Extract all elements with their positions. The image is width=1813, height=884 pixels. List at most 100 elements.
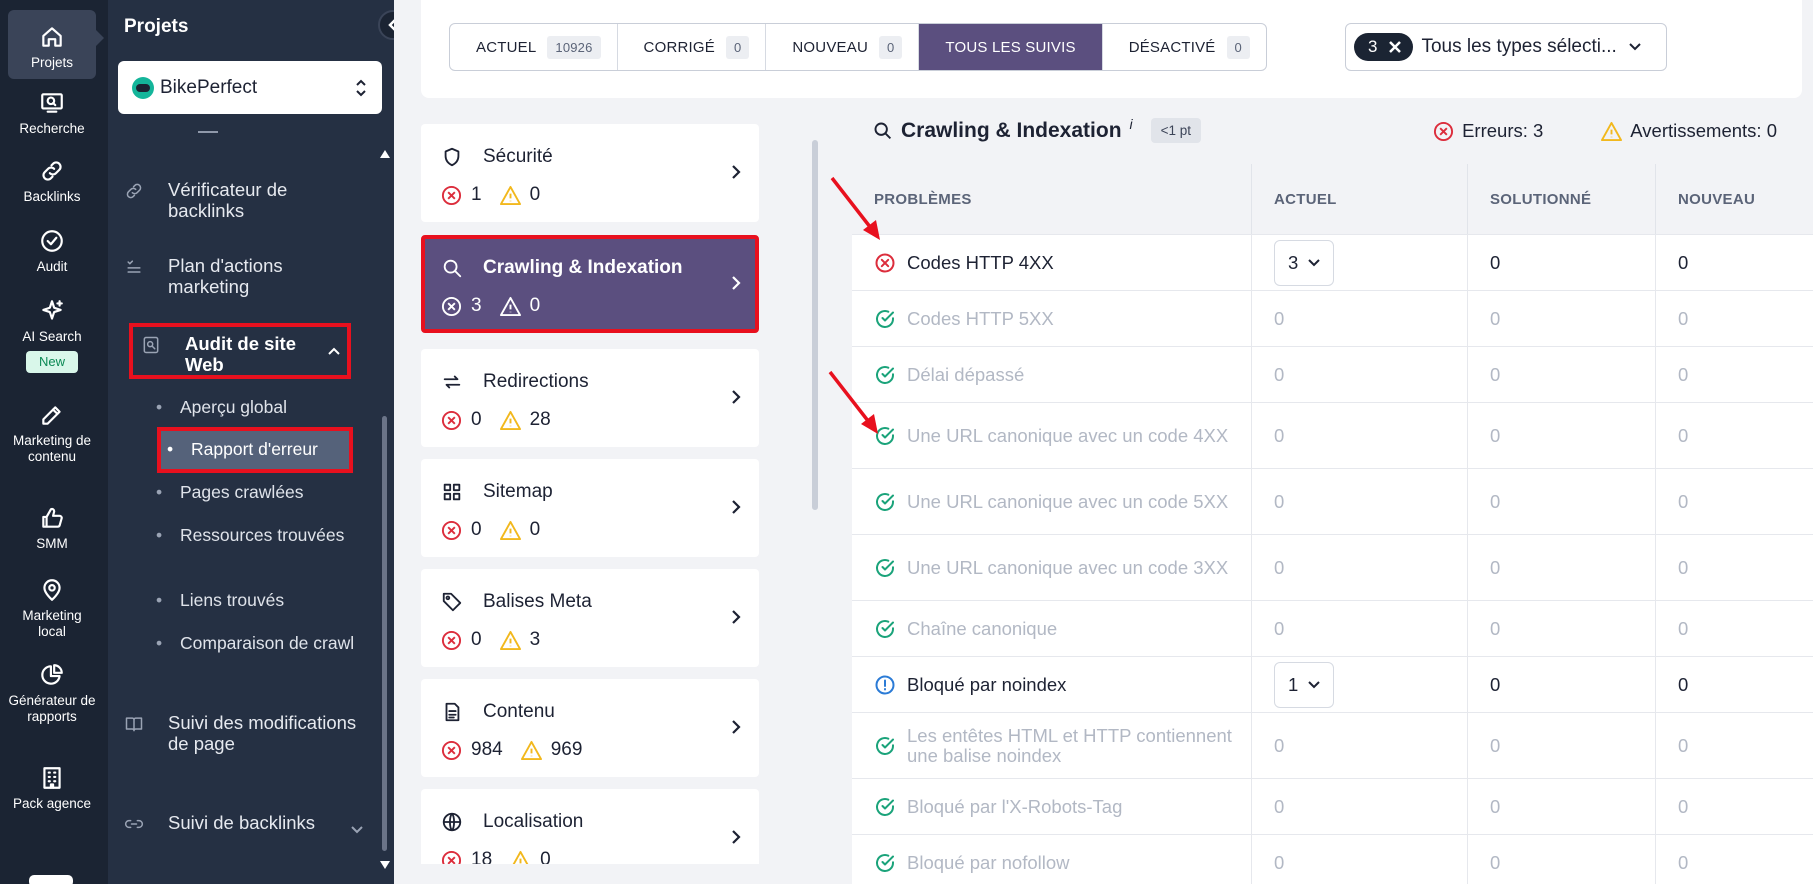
solved-cell: 0: [1468, 835, 1656, 884]
category-title: Redirections: [483, 371, 589, 392]
table-row[interactable]: Bloqué par l'X-Robots-Tag 0 0 0: [852, 778, 1813, 834]
column-header-problemes: PROBLÈMES: [852, 164, 1252, 234]
nav-item-site-audit[interactable]: Audit de site Web: [129, 323, 351, 379]
rail-item-projets[interactable]: Projets: [8, 10, 96, 79]
check-circle-icon: [876, 309, 894, 328]
project-selector[interactable]: BikePerfect: [118, 61, 382, 114]
rail-item-recherche[interactable]: Recherche: [8, 90, 96, 137]
category-scrollbar-thumb[interactable]: [812, 140, 818, 510]
nav-item-page-tracking[interactable]: Suivi des modifications de page: [124, 712, 364, 754]
sub-item-crawl-compare[interactable]: • Comparaison de crawl: [156, 633, 356, 654]
rail-item-backlinks[interactable]: Backlinks: [8, 158, 96, 205]
rail-label: Marketing de contenu: [12, 433, 92, 464]
warning-icon: [499, 296, 521, 316]
info-icon[interactable]: i: [1130, 116, 1133, 132]
problem-name: Bloqué par nofollow: [907, 851, 1070, 873]
panel-scrollbar-thumb[interactable]: [382, 416, 387, 851]
tab-corrige[interactable]: CORRIGÉ 0: [618, 24, 767, 70]
table-row[interactable]: Codes HTTP 4XX 3 0 0: [852, 234, 1813, 290]
new-cell: 0: [1656, 601, 1813, 656]
new-count: 0: [1678, 307, 1689, 329]
error-icon: [441, 410, 462, 430]
tab-actuel[interactable]: ACTUEL 10926: [450, 24, 618, 70]
chevron-right-icon: [732, 500, 741, 514]
rail-item-generateur-rapports[interactable]: Générateur de rapports: [8, 662, 96, 725]
current-cell: 0: [1252, 535, 1468, 600]
clipped-nav-item: [198, 125, 218, 133]
category-card-crawling-indexation[interactable]: Crawling & Indexation 3 0: [421, 235, 759, 333]
close-icon[interactable]: [1387, 39, 1403, 55]
current-count-dropdown[interactable]: 1: [1274, 661, 1335, 708]
collapse-panel-button[interactable]: [378, 10, 394, 40]
issue-type-dropdown[interactable]: 3 Tous les types sélecti...: [1345, 23, 1667, 71]
warning-count: 0: [529, 519, 541, 540]
rail-bottom-button[interactable]: [29, 875, 73, 884]
nav-item-backlink-tracking[interactable]: Suivi de backlinks: [124, 812, 364, 839]
rail-item-ai-search[interactable]: AI Search New: [8, 298, 96, 373]
category-card-sitemap[interactable]: Sitemap 0 0: [421, 459, 759, 557]
rail-item-marketing-contenu[interactable]: Marketing de contenu: [8, 402, 96, 465]
rail-item-pack-agence[interactable]: Pack agence: [8, 765, 96, 812]
category-stats: 984 969: [441, 739, 582, 761]
problem-name: Codes HTTP 5XX: [907, 307, 1054, 329]
category-card-securite[interactable]: Sécurité 1 0: [421, 124, 759, 222]
tab-desactive[interactable]: DÉSACTIVÉ 0: [1103, 24, 1266, 70]
icon-rail: Projets Recherche Backlinks Audit AI Sea…: [0, 0, 108, 884]
table-row[interactable]: Les entêtes HTML et HTTP contiennent une…: [852, 712, 1813, 778]
table-row[interactable]: Codes HTTP 5XX 0 0 0: [852, 290, 1813, 346]
search-icon: [443, 259, 462, 278]
bullet-icon: •: [156, 482, 163, 502]
table-row[interactable]: Une URL canonique avec un code 4XX 0 0 0: [852, 402, 1813, 468]
link-icon: [125, 819, 143, 829]
new-count: 0: [1678, 363, 1689, 385]
current-cell: 0: [1252, 291, 1468, 346]
solved-cell: 0: [1468, 347, 1656, 402]
new-count: 0: [1678, 617, 1689, 639]
sub-item-crawled-pages[interactable]: • Pages crawlées: [156, 482, 356, 503]
rail-item-audit[interactable]: Audit: [8, 228, 96, 275]
solved-count: 0: [1490, 363, 1501, 385]
rail-label: Audit: [36, 259, 68, 274]
current-count: 0: [1274, 556, 1285, 578]
sub-item-links[interactable]: • Liens trouvés: [156, 590, 356, 611]
scroll-up-arrow[interactable]: [380, 145, 390, 158]
nav-item-marketing-plan[interactable]: Plan d'actions marketing: [124, 255, 364, 297]
chevron-down-icon: [1308, 680, 1321, 688]
sub-item-overview[interactable]: • Aperçu global: [156, 397, 356, 418]
column-header-nouveau[interactable]: NOUVEAU: [1656, 164, 1813, 234]
nav-label: Suivi des modifications de page: [168, 712, 357, 754]
table-row[interactable]: Bloqué par noindex 1 0 0: [852, 656, 1813, 712]
scroll-down-arrow[interactable]: [380, 856, 390, 869]
rail-active-pointer: [96, 30, 104, 46]
sub-item-error-report[interactable]: • Rapport d'erreur: [157, 427, 353, 473]
current-count-dropdown[interactable]: 3: [1274, 239, 1335, 286]
rail-item-smm[interactable]: SMM: [8, 505, 96, 552]
column-header-solutionne[interactable]: SOLUTIONNÉ: [1468, 164, 1656, 234]
tab-tous-les-suivis[interactable]: TOUS LES SUIVIS: [919, 24, 1103, 70]
column-header-actuel[interactable]: ACTUEL: [1252, 164, 1468, 234]
category-card-localisation[interactable]: Localisation 18 0: [421, 789, 759, 864]
chevron-right-icon: [732, 390, 741, 404]
sub-label: Rapport d'erreur: [191, 439, 318, 459]
table-row[interactable]: Délai dépassé 0 0 0: [852, 346, 1813, 402]
category-card-contenu[interactable]: Contenu 984 969: [421, 679, 759, 777]
error-count: 984: [471, 739, 503, 760]
category-title: Localisation: [483, 811, 584, 832]
tab-count: 0: [878, 35, 903, 59]
table-row[interactable]: Bloqué par nofollow 0 0 0: [852, 834, 1813, 884]
table-row[interactable]: Une URL canonique avec un code 3XX 0 0 0: [852, 534, 1813, 600]
main-content: ACTUEL 10926 CORRIGÉ 0 NOUVEAU 0 TOUS LE…: [394, 0, 1813, 884]
current-count: 0: [1274, 734, 1285, 756]
error-icon: [441, 296, 462, 316]
tab-nouveau[interactable]: NOUVEAU 0: [766, 24, 920, 70]
category-card-redirections[interactable]: Redirections 0 28: [421, 349, 759, 447]
new-cell: 0: [1656, 469, 1813, 534]
table-row[interactable]: Une URL canonique avec un code 5XX 0 0 0: [852, 468, 1813, 534]
nav-item-backlink-checker[interactable]: Vérificateur de backlinks: [124, 179, 364, 221]
rail-item-marketing-local[interactable]: Marketing local: [8, 577, 96, 640]
info-circle-icon: [875, 675, 895, 694]
category-card-balises-meta[interactable]: Balises Meta 0 3: [421, 569, 759, 667]
sub-item-resources[interactable]: • Ressources trouvées: [156, 525, 356, 546]
table-row[interactable]: Chaîne canonique 0 0 0: [852, 600, 1813, 656]
error-icon: [441, 740, 462, 760]
